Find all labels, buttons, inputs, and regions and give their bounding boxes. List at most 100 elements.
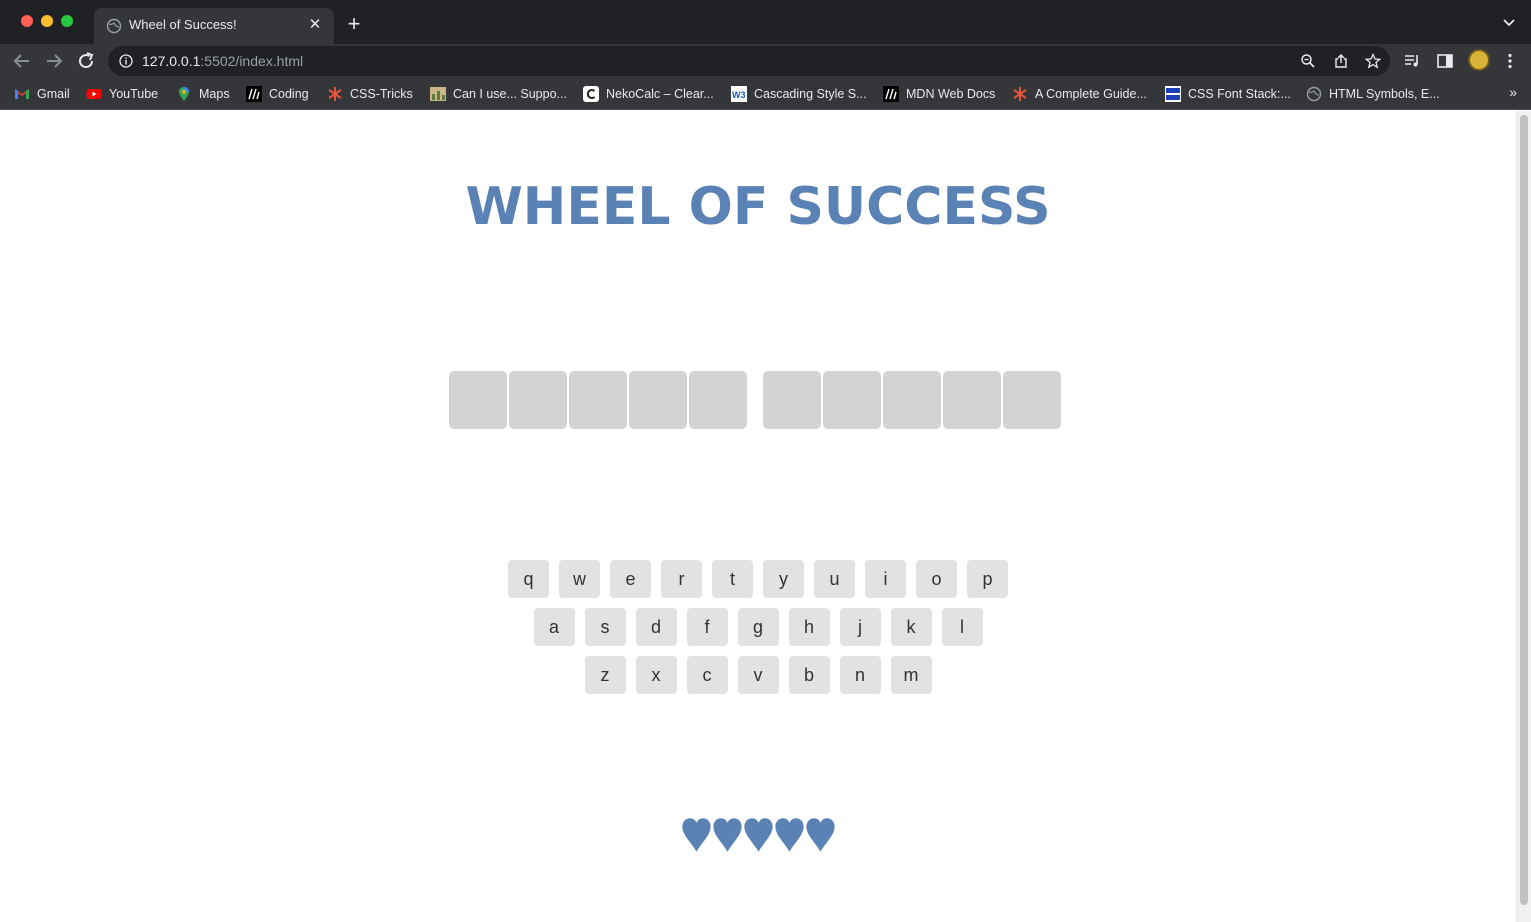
on-screen-keyboard: qwertyuiop asdfghjkl zxcvbnm <box>0 560 1516 704</box>
phrase-board <box>449 371 1061 431</box>
key-m[interactable]: m <box>890 656 932 694</box>
maximize-window-button[interactable] <box>61 15 73 27</box>
globe-icon <box>106 18 122 34</box>
bookmark-star-icon[interactable] <box>1365 53 1381 69</box>
letter-tile <box>689 371 747 429</box>
bookmark-youtube[interactable]: YouTube <box>86 83 158 105</box>
key-u[interactable]: u <box>814 560 855 598</box>
bookmark-label: Maps <box>199 87 230 101</box>
info-icon[interactable] <box>119 54 133 68</box>
scrollbar[interactable] <box>1516 111 1531 922</box>
bookmark-html-symbols[interactable]: HTML Symbols, E... <box>1306 83 1440 105</box>
heart-icon <box>743 818 773 852</box>
key-q[interactable]: q <box>508 560 549 598</box>
bookmark-w3c[interactable]: W3 Cascading Style S... <box>731 83 867 105</box>
key-a[interactable]: a <box>533 608 575 646</box>
bookmark-label: Cascading Style S... <box>754 87 867 101</box>
m-icon <box>246 86 262 102</box>
url-path: :5502/index.html <box>200 53 304 69</box>
bookmark-label: Gmail <box>37 87 70 101</box>
letter-tile <box>569 371 627 429</box>
url-host: 127.0.0.1 <box>142 53 201 69</box>
css-tricks-icon <box>328 87 342 101</box>
close-icon[interactable]: ✕ <box>306 16 324 34</box>
heart-icon <box>681 818 711 852</box>
side-panel-icon[interactable] <box>1436 52 1454 70</box>
w3-icon: W3 <box>731 86 747 102</box>
close-window-button[interactable] <box>21 15 33 27</box>
gmail-icon <box>15 89 29 99</box>
browser-tab[interactable]: Wheel of Success! ✕ <box>94 8 334 44</box>
key-v[interactable]: v <box>737 656 779 694</box>
heart-icon <box>712 818 742 852</box>
key-r[interactable]: r <box>661 560 702 598</box>
mdn-icon <box>883 86 899 102</box>
bookmark-css-tricks[interactable]: CSS-Tricks <box>327 83 413 105</box>
more-menu-icon[interactable] <box>1501 52 1519 70</box>
key-g[interactable]: g <box>737 608 779 646</box>
bookmark-mdn[interactable]: MDN Web Docs <box>883 83 995 105</box>
maps-icon <box>179 87 189 101</box>
bookmark-label: MDN Web Docs <box>906 87 996 101</box>
address-bar[interactable]: 127.0.0.1:5502/index.html <box>108 46 1390 76</box>
key-p[interactable]: p <box>967 560 1008 598</box>
scrollbar-thumb[interactable] <box>1520 115 1528 905</box>
key-y[interactable]: y <box>763 560 804 598</box>
key-i[interactable]: i <box>865 560 906 598</box>
letter-tile <box>449 371 507 429</box>
lives-display <box>0 817 1516 853</box>
profile-avatar[interactable] <box>1468 49 1490 71</box>
share-icon[interactable] <box>1333 53 1349 69</box>
key-o[interactable]: o <box>916 560 957 598</box>
key-z[interactable]: z <box>584 656 626 694</box>
key-d[interactable]: d <box>635 608 677 646</box>
keyboard-row: zxcvbnm <box>0 656 1516 694</box>
bookmark-coding[interactable]: Coding <box>246 83 309 105</box>
bookmark-label: A Complete Guide... <box>1035 87 1147 101</box>
caniuse-icon <box>430 87 446 101</box>
chevron-down-icon[interactable] <box>1501 14 1517 30</box>
nekocalc-icon <box>583 86 599 102</box>
key-w[interactable]: w <box>559 560 600 598</box>
more-bookmarks-icon[interactable]: » <box>1509 84 1517 100</box>
page-viewport: WHEEL OF SUCCESS qwertyuiop asdfghjkl zxcv… <box>0 111 1531 922</box>
bookmark-css-font-stack[interactable]: CSS Font Stack:... <box>1165 83 1291 105</box>
youtube-icon <box>86 89 102 99</box>
bookmark-caniuse[interactable]: Can I use... Suppo... <box>430 83 567 105</box>
key-t[interactable]: t <box>712 560 753 598</box>
key-c[interactable]: c <box>686 656 728 694</box>
letter-tile <box>883 371 941 429</box>
keyboard-row: qwertyuiop <box>0 560 1516 598</box>
bookmark-maps[interactable]: Maps <box>176 83 230 105</box>
key-f[interactable]: f <box>686 608 728 646</box>
minimize-window-button[interactable] <box>41 15 53 27</box>
zoom-icon[interactable] <box>1300 53 1316 69</box>
key-h[interactable]: h <box>788 608 830 646</box>
bookmark-gmail[interactable]: Gmail <box>14 83 70 105</box>
key-k[interactable]: k <box>890 608 932 646</box>
bookmarks-bar: Gmail YouTube Maps Coding CSS-Tricks Can… <box>0 78 1531 110</box>
key-b[interactable]: b <box>788 656 830 694</box>
bookmark-label: HTML Symbols, E... <box>1329 87 1440 101</box>
key-n[interactable]: n <box>839 656 881 694</box>
forward-arrow-icon[interactable] <box>42 49 66 73</box>
key-l[interactable]: l <box>941 608 983 646</box>
media-controls-icon[interactable] <box>1403 52 1421 70</box>
letter-tile <box>943 371 1001 429</box>
url-text: 127.0.0.1:5502/index.html <box>142 53 303 69</box>
reload-icon[interactable] <box>74 49 98 73</box>
bookmark-nekocalc[interactable]: NekoCalc – Clear... <box>583 83 714 105</box>
key-e[interactable]: e <box>610 560 651 598</box>
browser-toolbar: 127.0.0.1:5502/index.html <box>0 44 1531 78</box>
browser-titlebar: Wheel of Success! ✕ + <box>0 0 1531 44</box>
bookmark-label: Can I use... Suppo... <box>453 87 567 101</box>
key-s[interactable]: s <box>584 608 626 646</box>
new-tab-icon[interactable]: + <box>342 12 366 36</box>
css-tricks-icon <box>1013 87 1027 101</box>
key-j[interactable]: j <box>839 608 881 646</box>
back-arrow-icon[interactable] <box>10 49 34 73</box>
keyboard-row: asdfghjkl <box>0 608 1516 646</box>
phrase-word <box>763 371 1061 431</box>
bookmark-complete-guide[interactable]: A Complete Guide... <box>1012 83 1147 105</box>
key-x[interactable]: x <box>635 656 677 694</box>
